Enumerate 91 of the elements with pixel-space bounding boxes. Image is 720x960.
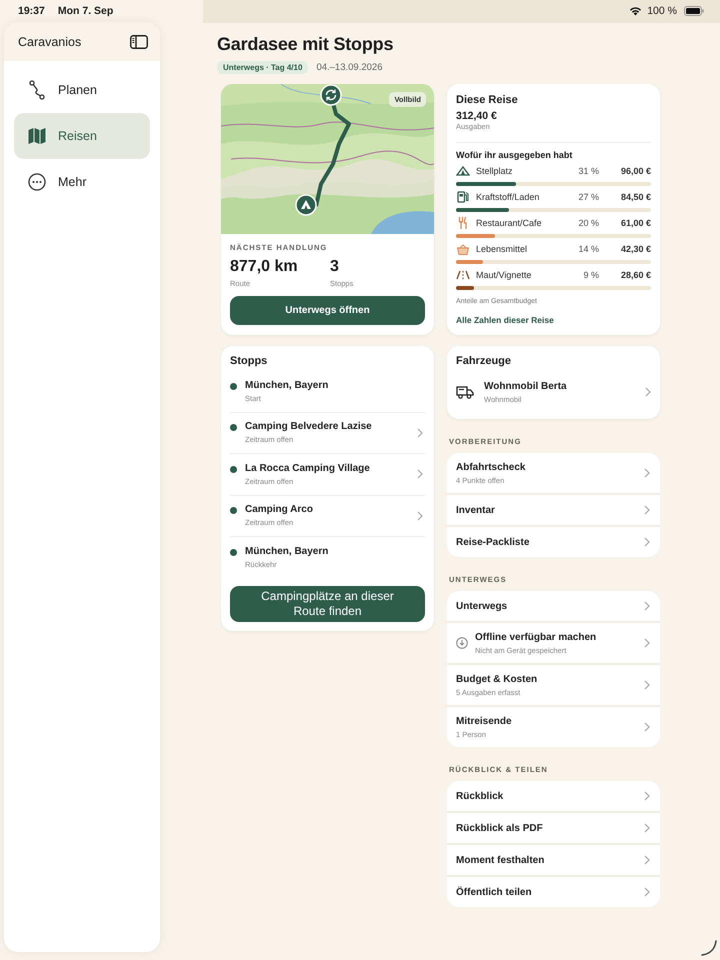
chevron-icon xyxy=(644,722,650,732)
row-title: Reise-Packliste xyxy=(456,536,530,548)
trip-title: Gardasee mit Stopps xyxy=(217,34,394,55)
basket-icon xyxy=(456,244,470,254)
chevron-icon xyxy=(644,468,650,478)
status-date: Mon 7. Sep xyxy=(58,5,114,17)
stop-dot-icon xyxy=(230,466,237,473)
stop-dot-icon xyxy=(230,424,237,432)
fuel-pump-icon xyxy=(456,191,470,203)
list-row[interactable]: Rückblick xyxy=(447,781,660,813)
chevron-icon xyxy=(644,505,650,515)
stat-value: 3 xyxy=(330,258,340,276)
stop-name: Camping Arco xyxy=(245,504,314,516)
category-amount: 61,00 € xyxy=(620,218,651,228)
tent-icon xyxy=(456,166,470,176)
route-icon xyxy=(28,80,46,100)
chevron-icon xyxy=(644,887,650,897)
sidebar-toggle-icon[interactable] xyxy=(130,34,148,48)
chevron-icon xyxy=(644,537,650,547)
category-percent: 27 % xyxy=(577,192,599,202)
sidebar-item[interactable]: Reisen xyxy=(14,113,150,159)
list-row[interactable]: Unterwegs xyxy=(447,591,660,623)
open-on-the-road-button[interactable]: Unterwegs öffnen xyxy=(230,296,425,325)
category-percent: 9 % xyxy=(582,270,599,280)
list-row[interactable]: Öffentlich teilen xyxy=(447,877,660,907)
category-name: Kraftstoff/Laden xyxy=(476,192,540,202)
sidebar-item[interactable]: Mehr xyxy=(14,159,150,205)
map-icon xyxy=(28,128,46,144)
list-row[interactable]: Inventar xyxy=(447,495,660,527)
list-row[interactable]: Rückblick als PDF xyxy=(447,813,660,845)
category-name: Lebensmittel xyxy=(476,244,528,254)
chevron-icon xyxy=(644,601,650,611)
chevron-icon xyxy=(644,855,650,865)
card-title: Stopps xyxy=(230,355,268,367)
trip-status-badge: Unterwegs · Tag 4/10 xyxy=(217,61,308,74)
chevron-icon xyxy=(644,680,650,690)
chevron-icon xyxy=(644,638,650,648)
category-amount: 96,00 € xyxy=(620,166,651,176)
category-amount: 84,50 € xyxy=(620,192,651,202)
card-title: Diese Reise xyxy=(456,94,519,106)
category-amount: 42,30 € xyxy=(620,244,651,254)
row-title: Rückblick xyxy=(456,790,504,802)
card-title: Fahrzeuge xyxy=(456,355,512,367)
category-percent: 14 % xyxy=(577,244,599,254)
sync-pin-icon xyxy=(320,84,342,106)
row-title: Unterwegs xyxy=(456,600,508,612)
camper-van-icon xyxy=(456,386,474,398)
row-title: Inventar xyxy=(456,504,496,516)
download-icon xyxy=(456,637,468,649)
chevron-icon xyxy=(645,387,651,397)
app-title: Caravanios xyxy=(18,34,82,48)
stop-name: München, Bayern xyxy=(245,546,330,557)
trip-dates: 04.–13.09.2026 xyxy=(316,62,382,73)
chevron-icon xyxy=(644,823,650,833)
stop-dot-icon xyxy=(230,507,237,514)
row-title: Mitreisende xyxy=(456,716,513,726)
chevron-icon xyxy=(644,791,650,801)
road-icon xyxy=(456,270,470,280)
row-title: Öffentlich teilen xyxy=(456,886,533,898)
stop-name: München, Bayern xyxy=(245,380,330,391)
battery-percent: 100 % xyxy=(647,5,677,17)
corner-arc-icon xyxy=(701,940,717,956)
breakdown-title: Wofür ihr ausgegeben habt xyxy=(456,150,574,160)
total-amount: 312,40 € xyxy=(456,110,498,122)
category-name: Maut/Vignette xyxy=(476,270,532,280)
category-percent: 31 % xyxy=(577,166,599,176)
status-time: 19:37 xyxy=(18,5,45,17)
list-row[interactable]: Reise-Packliste xyxy=(447,527,660,557)
row-title: Budget & Kosten xyxy=(456,674,538,684)
stop-name: La Rocca Camping Village xyxy=(245,462,371,474)
all-figures-link[interactable]: Alle Zahlen dieser Reise xyxy=(456,315,651,325)
row-title: Offline verfügbar machen xyxy=(475,632,598,642)
stop-dot-icon xyxy=(230,548,237,556)
stop-dot-icon xyxy=(230,382,237,390)
battery-icon xyxy=(684,6,704,16)
category-name: Stellplatz xyxy=(476,166,514,176)
vehicle-name: Wohnmobil Berta xyxy=(484,380,568,392)
find-campsites-button[interactable]: Campingplätze an dieser Route finden xyxy=(230,586,425,622)
sidebar-item[interactable]: Planen xyxy=(14,67,150,113)
more-icon xyxy=(28,173,46,191)
category-name: Restaurant/Cafe xyxy=(476,218,543,228)
stop-name: Camping Belvedere Lazise xyxy=(245,421,373,432)
list-row[interactable]: Moment festhalten xyxy=(447,845,660,877)
row-title: Rückblick als PDF xyxy=(456,822,544,834)
row-title: Abfahrtscheck xyxy=(456,462,526,472)
stat-value: 877,0 km xyxy=(230,258,299,276)
tent-pin-icon xyxy=(295,194,317,216)
category-amount: 28,60 € xyxy=(620,270,651,280)
category-percent: 20 % xyxy=(577,218,599,228)
row-title: Moment festhalten xyxy=(456,854,546,866)
wifi-icon xyxy=(629,6,642,16)
